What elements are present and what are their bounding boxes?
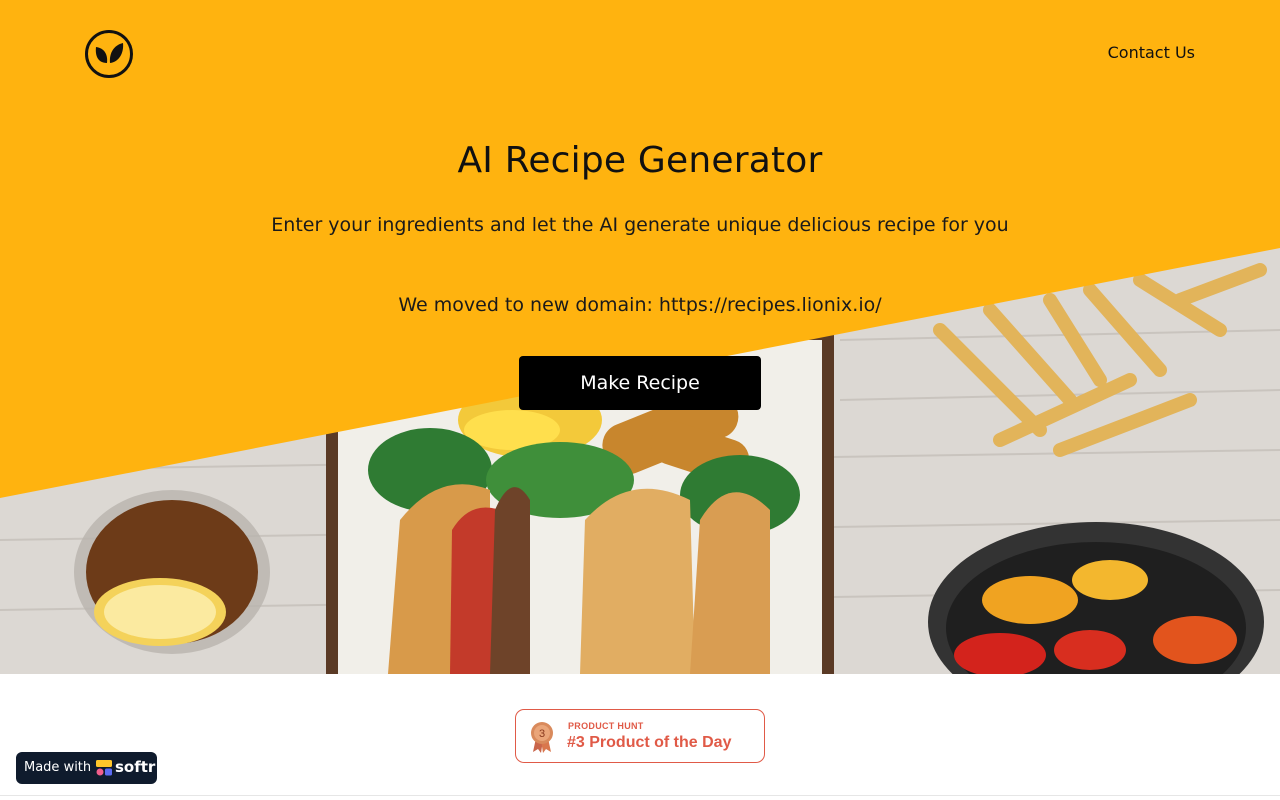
page-divider: [0, 795, 1280, 796]
made-with-softr-badge[interactable]: Made with softr: [16, 752, 157, 784]
made-with-label: Made with: [24, 760, 92, 775]
badge-kicker: PRODUCT HUNT: [568, 721, 644, 731]
hero-yellow-band: [0, 0, 1280, 498]
hero-section: Contact Us AI Recipe Generator Enter you…: [0, 0, 1280, 674]
softr-brand: softr: [115, 758, 156, 776]
badge-text: #3 Product of the Day: [567, 734, 732, 751]
softr-icon: [96, 760, 112, 776]
domain-notice: We moved to new domain: https://recipes.…: [398, 294, 882, 316]
page-title: AI Recipe Generator: [457, 140, 823, 181]
medal-icon: 3: [531, 722, 553, 753]
medal-number: 3: [539, 728, 545, 740]
page: Contact Us AI Recipe Generator Enter you…: [0, 0, 1280, 800]
leaf-logo-icon[interactable]: [84, 29, 134, 79]
contact-us-link[interactable]: Contact Us: [1108, 42, 1195, 64]
hero-subtitle: Enter your ingredients and let the AI ge…: [271, 214, 1009, 236]
product-hunt-badge[interactable]: 3 PRODUCT HUNT #3 Product of the Day: [515, 709, 765, 763]
make-recipe-button[interactable]: Make Recipe: [519, 356, 761, 410]
